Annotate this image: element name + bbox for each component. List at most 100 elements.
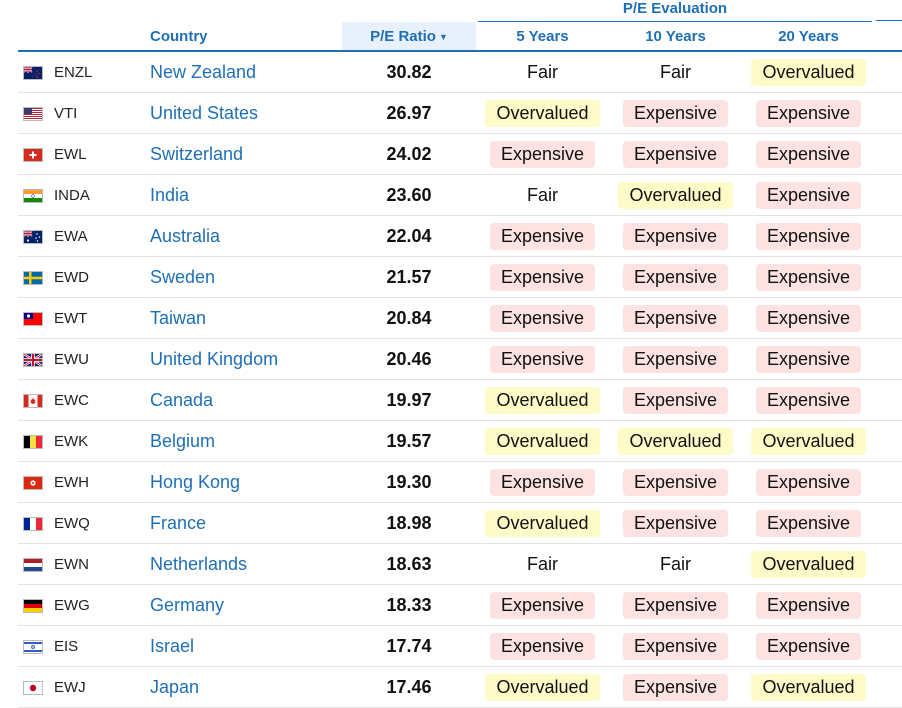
y10-cell: Expensive	[609, 666, 742, 708]
country-link[interactable]: Sweden	[146, 267, 215, 287]
table-row: EWJ Japan 17.46 Overvalued Expensive Overvalu…	[18, 666, 902, 708]
y10-cell: Expensive	[609, 92, 742, 134]
evaluation-badge: Overvalued	[485, 509, 600, 537]
flag-cell	[18, 584, 48, 626]
spacer-cell	[875, 215, 902, 257]
table-row: EWK Belgium 19.57 Overvalued Overvalued Overv…	[18, 420, 902, 462]
country-column-header[interactable]: Country	[146, 22, 342, 52]
country-link[interactable]: Germany	[146, 595, 224, 615]
evaluation-badge: Expensive	[755, 591, 862, 619]
pe-ratio-cell: 19.30	[342, 461, 476, 503]
country-link[interactable]: Netherlands	[146, 554, 247, 574]
y5-cell: Overvalued	[476, 92, 609, 134]
y20-cell: Expensive	[742, 461, 875, 503]
evaluation-badge: Expensive	[489, 345, 596, 373]
flag-cell	[18, 297, 48, 339]
table-row: VTI United States 26.97 Overvalued Expensive…	[18, 92, 902, 134]
y20-cell: Overvalued	[742, 543, 875, 585]
ticker-cell: EWG	[48, 584, 146, 626]
table-row: EWG Germany 18.33 Expensive Expensive Expensi…	[18, 584, 902, 626]
country-link[interactable]: India	[146, 185, 189, 205]
country-link[interactable]: Belgium	[146, 431, 215, 451]
10-years-header-label: 10 Years	[645, 27, 706, 45]
country-link[interactable]: Taiwan	[146, 308, 206, 328]
y5-cell: Expensive	[476, 461, 609, 503]
pe-ratio-cell: 21.57	[342, 256, 476, 298]
y5-cell: Overvalued	[476, 502, 609, 544]
pe-ratio-cell: 24.02	[342, 133, 476, 175]
country-link[interactable]: United Kingdom	[146, 349, 278, 369]
evaluation-badge: Overvalued	[485, 427, 600, 455]
y20-cell: Overvalued	[742, 666, 875, 708]
country-link[interactable]: New Zealand	[146, 62, 256, 82]
switzerland-flag-icon	[23, 147, 43, 162]
country-header-label: Country	[150, 27, 208, 45]
pe-ratio-cell: 22.04	[342, 215, 476, 257]
netherlands-flag-icon	[23, 557, 43, 572]
flag-cell	[18, 502, 48, 544]
france-flag-icon	[23, 516, 43, 531]
table-row: EWQ France 18.98 Overvalued Expensive Expensi…	[18, 502, 902, 544]
evaluation-badge: Expensive	[622, 99, 729, 127]
evaluation-badge: Fair	[527, 184, 558, 205]
spacer-cell	[875, 584, 902, 626]
evaluation-badge: Expensive	[489, 263, 596, 291]
y5-cell: Overvalued	[476, 420, 609, 462]
ticker-cell: EWC	[48, 379, 146, 421]
20-years-header-label: 20 Years	[778, 27, 839, 45]
evaluation-badge: Fair	[660, 553, 691, 574]
spacer-cell	[875, 666, 902, 708]
5-years-header-label: 5 Years	[516, 27, 569, 45]
table-row: EWD Sweden 21.57 Expensive Expensive Expensiv…	[18, 256, 902, 298]
y10-cell: Expensive	[609, 379, 742, 421]
ticker-cell: EWH	[48, 461, 146, 503]
y5-cell: Expensive	[476, 625, 609, 667]
evaluation-badge: Expensive	[622, 140, 729, 168]
flag-cell	[18, 379, 48, 421]
20-years-column-header[interactable]: 20 Years	[742, 22, 875, 52]
country-link[interactable]: Japan	[146, 677, 199, 697]
country-cell: Sweden	[146, 256, 342, 298]
country-cell: Canada	[146, 379, 342, 421]
flag-cell	[18, 543, 48, 585]
country-cell: Switzerland	[146, 133, 342, 175]
country-link[interactable]: Canada	[146, 390, 213, 410]
evaluation-badge: Expensive	[755, 468, 862, 496]
table-row: EWA Australia 22.04 Expensive Expensive Expen…	[18, 215, 902, 257]
y5-cell: Expensive	[476, 256, 609, 298]
country-link[interactable]: Australia	[146, 226, 220, 246]
flag-cell	[18, 625, 48, 667]
y5-cell: Expensive	[476, 215, 609, 257]
country-link[interactable]: Israel	[146, 636, 194, 656]
pe-ratio-column-header[interactable]: P/E Ratio ▼	[342, 22, 476, 52]
spacer-cell	[875, 543, 902, 585]
sort-descending-icon: ▼	[438, 31, 448, 42]
evaluation-badge: Expensive	[755, 181, 862, 209]
country-cell: Belgium	[146, 420, 342, 462]
y5-cell: Fair	[476, 174, 609, 216]
table-row: INDA India 23.60 Fair Overvalued Expensive	[18, 174, 902, 216]
ticker-cell: EWK	[48, 420, 146, 462]
germany-flag-icon	[23, 598, 43, 613]
evaluation-badge: Expensive	[755, 99, 862, 127]
flag-cell	[18, 338, 48, 380]
evaluation-badge: Expensive	[489, 304, 596, 332]
y20-cell: Overvalued	[742, 420, 875, 462]
australia-flag-icon	[23, 229, 43, 244]
canada-flag-icon	[23, 393, 43, 408]
spacer-cell	[875, 256, 902, 298]
country-link[interactable]: Hong Kong	[146, 472, 240, 492]
new-zealand-flag-icon	[23, 65, 43, 80]
5-years-column-header[interactable]: 5 Years	[476, 22, 609, 52]
india-flag-icon	[23, 188, 43, 203]
country-link[interactable]: France	[146, 513, 206, 533]
y10-cell: Overvalued	[609, 420, 742, 462]
country-cell: Taiwan	[146, 297, 342, 339]
table-row: EWN Netherlands 18.63 Fair Fair Overvalued	[18, 543, 902, 585]
pe-ratio-cell: 23.60	[342, 174, 476, 216]
country-link[interactable]: United States	[146, 103, 258, 123]
10-years-column-header[interactable]: 10 Years	[609, 22, 742, 52]
evaluation-badge: Overvalued	[751, 673, 866, 701]
country-link[interactable]: Switzerland	[146, 144, 243, 164]
y10-cell: Expensive	[609, 625, 742, 667]
